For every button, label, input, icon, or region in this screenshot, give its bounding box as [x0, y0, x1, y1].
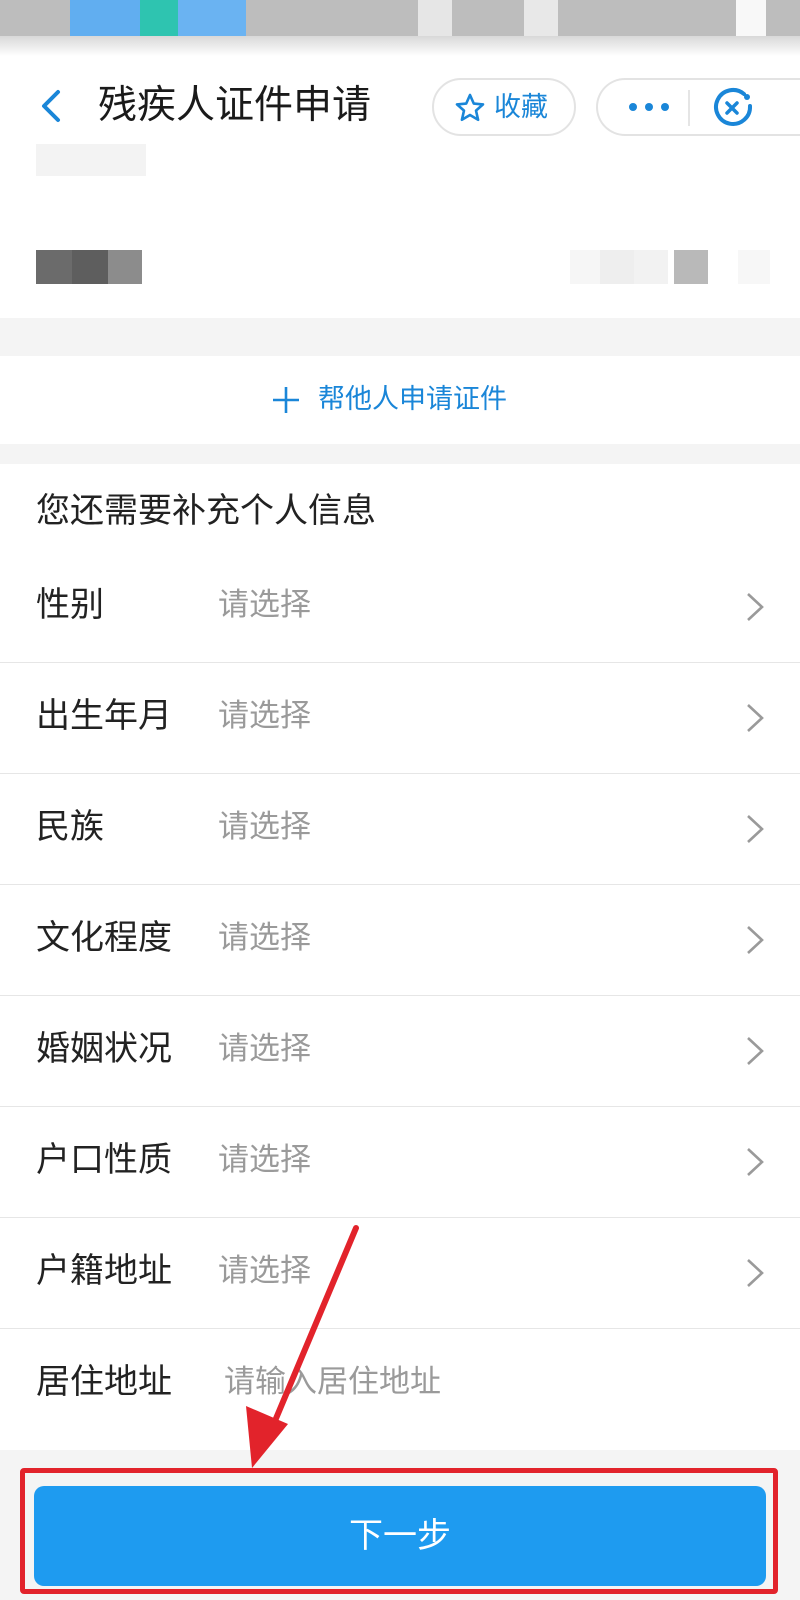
chevron-right-icon: [747, 1148, 764, 1176]
form-row-hukou-type[interactable]: 户口性质 请选择: [0, 1107, 800, 1218]
star-icon: [455, 93, 485, 122]
field-label: 性别: [36, 585, 104, 625]
field-value: 请选择: [218, 1253, 311, 1289]
field-label: 文化程度: [36, 918, 172, 958]
capsule-divider: [688, 90, 690, 126]
chevron-right-icon: [747, 1037, 764, 1065]
form-row-ethnicity[interactable]: 民族 请选择: [0, 774, 800, 885]
help-others-label: 帮他人申请证件: [318, 384, 507, 415]
residence-address-input[interactable]: 请输入居住地址: [224, 1359, 441, 1405]
annotation-highlight-box: [20, 1468, 778, 1594]
field-label: 民族: [36, 807, 104, 847]
form-row-birthdate[interactable]: 出生年月 请选择: [0, 663, 800, 774]
field-label: 户口性质: [36, 1140, 172, 1180]
field-label: 居住地址: [36, 1362, 172, 1402]
field-value: 请选择: [218, 587, 311, 623]
favorite-button[interactable]: 收藏: [432, 78, 576, 136]
field-label: 婚姻状况: [36, 1029, 172, 1069]
chevron-right-icon: [747, 815, 764, 843]
form-row-hukou-address[interactable]: 户籍地址 请选择: [0, 1218, 800, 1329]
favorite-label: 收藏: [494, 92, 548, 123]
field-value: 请选择: [218, 920, 311, 956]
mini-program-capsule: [596, 78, 800, 136]
redacted-name: [36, 250, 142, 284]
redacted-info: [36, 144, 146, 176]
more-dots-icon[interactable]: [626, 94, 672, 120]
field-label: 出生年月: [36, 696, 172, 736]
chevron-right-icon: [747, 593, 764, 621]
personal-info-form: 您还需要补充个人信息 性别 请选择 出生年月 请选择 民族 请选择 文化程度 请…: [0, 464, 800, 1450]
field-value: 请选择: [218, 698, 311, 734]
field-value: 请选择: [218, 1031, 311, 1067]
status-bar-fade: [0, 36, 800, 56]
form-row-education[interactable]: 文化程度 请选择: [0, 885, 800, 996]
page-title: 残疾人证件申请: [98, 83, 372, 128]
section-title: 您还需要补充个人信息: [36, 491, 376, 531]
back-icon[interactable]: [32, 86, 72, 126]
form-row-gender[interactable]: 性别 请选择: [0, 552, 800, 663]
field-value: 请选择: [218, 809, 311, 845]
chevron-right-icon: [747, 1259, 764, 1287]
chevron-right-icon: [747, 926, 764, 954]
form-row-residence-address[interactable]: 居住地址 请输入居住地址: [0, 1329, 800, 1440]
field-value: 请选择: [218, 1142, 311, 1178]
close-circle-icon[interactable]: [710, 85, 756, 131]
form-row-marital-status[interactable]: 婚姻状况 请选择: [0, 996, 800, 1107]
redacted-id: [570, 250, 770, 284]
help-others-apply[interactable]: 帮他人申请证件: [0, 356, 800, 444]
status-bar-blurred: [0, 0, 800, 36]
chevron-right-icon: [747, 704, 764, 732]
field-label: 户籍地址: [36, 1251, 172, 1291]
plus-icon: [273, 387, 299, 413]
